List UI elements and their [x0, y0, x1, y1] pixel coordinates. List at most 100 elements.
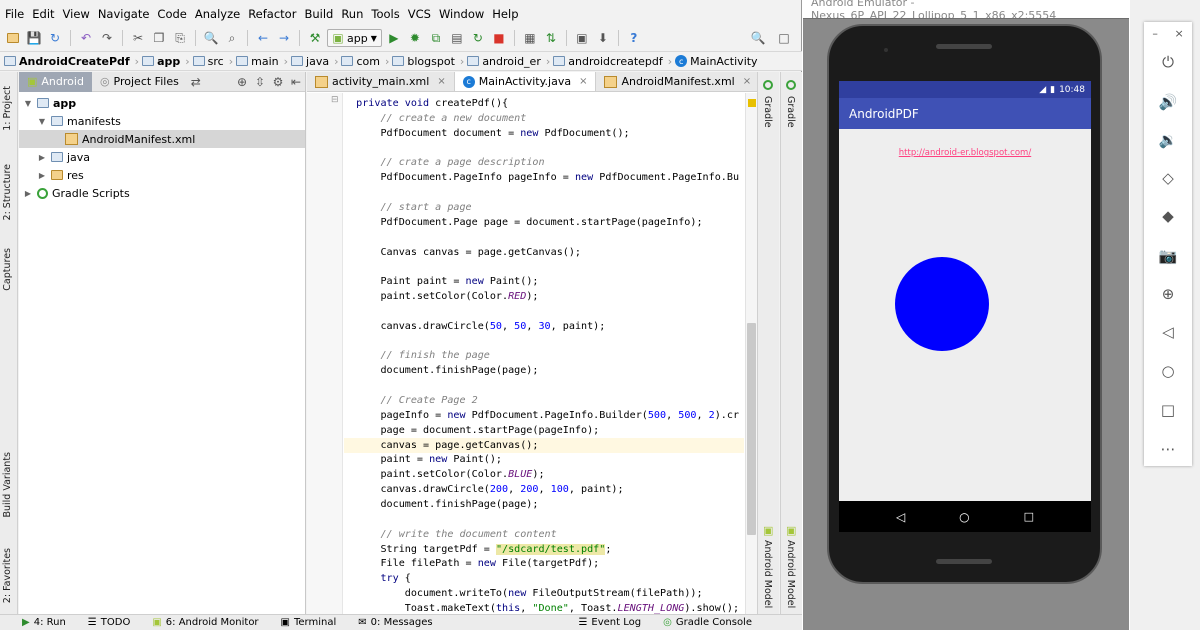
sdk-manager-icon[interactable]: ⬇ — [594, 29, 612, 47]
breadcrumb-com[interactable]: com › — [341, 55, 392, 68]
tool-tab-gradle[interactable]: Gradle — [762, 96, 773, 128]
run-configuration-select[interactable]: ▣ app ▼ — [327, 29, 382, 47]
phone-screen[interactable]: ◢ ▮ 10:48 AndroidPDF http://android-er.b… — [839, 81, 1091, 532]
tool-tab-favorites[interactable]: 2: Favorites — [2, 548, 13, 603]
tool-tab-gradle-console[interactable]: ◎ Gradle Console — [663, 617, 752, 628]
overview-icon[interactable]: □ — [1158, 400, 1178, 420]
breadcrumb-project[interactable]: AndroidCreatePdf › — [4, 55, 142, 68]
tree-node-app[interactable]: ▼ app — [19, 94, 305, 112]
tab-android-view[interactable]: ▣ Android — [19, 71, 92, 92]
recents-icon[interactable]: □ — [1024, 510, 1034, 523]
tab-project-files[interactable]: ◎ Project Files — [92, 72, 187, 92]
target-icon[interactable]: ⊕ — [233, 73, 251, 91]
tree-node-res[interactable]: ▶ res — [19, 166, 305, 184]
undo-icon[interactable]: ↶ — [77, 29, 95, 47]
volume-up-icon[interactable]: 🔊 — [1158, 92, 1178, 112]
warning-marker[interactable] — [748, 99, 756, 107]
code-line[interactable] — [344, 141, 744, 156]
code-line[interactable]: // write the document content — [344, 527, 744, 542]
tool-tab-terminal[interactable]: ▣ Terminal — [281, 617, 337, 628]
back-icon[interactable]: ◁ — [1158, 322, 1178, 342]
make-project-icon[interactable]: ⚒ — [306, 29, 324, 47]
menu-view[interactable]: View — [61, 7, 96, 21]
editor-scrollbar[interactable] — [745, 93, 757, 614]
open-folder-icon[interactable] — [4, 29, 22, 47]
run-icon[interactable]: ▶ — [385, 29, 403, 47]
code-line[interactable] — [344, 230, 744, 245]
code-line[interactable]: private void createPdf(){ — [344, 96, 744, 111]
code-line[interactable]: String targetPdf = "/sdcard/test.pdf"; — [344, 542, 744, 557]
fold-icon[interactable]: ⊟ — [331, 95, 339, 105]
tool-tab-project[interactable]: 1: Project — [2, 86, 13, 131]
home-icon[interactable]: ○ — [1158, 361, 1178, 381]
gear-icon[interactable]: ⚙ — [269, 73, 287, 91]
menu-refactor[interactable]: Refactor — [246, 7, 302, 21]
code-line[interactable]: document.writeTo(new FileOutputStream(fi… — [344, 586, 744, 601]
project-structure-icon[interactable]: ▣ — [573, 29, 591, 47]
tool-tab-android-model-secondary[interactable]: Android Model — [785, 540, 796, 608]
replace-icon[interactable]: ⌕ — [223, 29, 241, 47]
tool-tab-captures[interactable]: Captures — [2, 248, 13, 291]
search-everywhere-icon[interactable]: 🔍 — [749, 29, 767, 47]
chevron-down-icon[interactable]: ▼ — [23, 99, 33, 108]
menu-run[interactable]: Run — [339, 7, 369, 21]
code-line[interactable]: PdfDocument document = new PdfDocument()… — [344, 126, 744, 141]
code-line[interactable]: // start a page — [344, 200, 744, 215]
code-line[interactable]: pageInfo = new PdfDocument.PageInfo.Buil… — [344, 408, 744, 423]
close-icon[interactable]: × — [743, 76, 751, 87]
code-line[interactable]: PdfDocument.PageInfo pageInfo = new PdfD… — [344, 170, 744, 185]
chevron-right-icon[interactable]: ▶ — [37, 171, 47, 180]
code-line[interactable]: canvas.drawCircle(200, 200, 100, paint); — [344, 482, 744, 497]
debug-icon[interactable]: ✹ — [406, 29, 424, 47]
tree-node-androidmanifest[interactable]: AndroidManifest.xml — [19, 130, 305, 148]
chevron-right-icon[interactable]: ▶ — [23, 189, 33, 198]
back-icon[interactable]: ◁ — [896, 510, 905, 524]
breadcrumb-app[interactable]: app › — [142, 55, 193, 68]
minimize-icon[interactable]: – — [1152, 27, 1158, 40]
breadcrumb-androidcreatepdf[interactable]: androidcreatepdf › — [553, 55, 675, 68]
tool-tab-run[interactable]: ▶ 4: Run — [22, 617, 66, 628]
code-line[interactable]: File filePath = new File(targetPdf); — [344, 556, 744, 571]
home-icon[interactable]: ○ — [959, 510, 969, 524]
menu-analyze[interactable]: Analyze — [193, 7, 246, 21]
menu-navigate[interactable]: Navigate — [96, 7, 156, 21]
code-area[interactable]: private void createPdf(){ // create a ne… — [344, 93, 744, 614]
code-line[interactable]: paint.setColor(Color.RED); — [344, 289, 744, 304]
close-icon[interactable]: × — [437, 76, 445, 87]
save-all-icon[interactable]: 💾 — [25, 29, 43, 47]
code-line[interactable]: document.finishPage(page); — [344, 497, 744, 512]
breadcrumb-android-er[interactable]: android_er › — [467, 55, 553, 68]
profile-icon[interactable]: ▤ — [448, 29, 466, 47]
layout-icon[interactable]: □ — [775, 29, 793, 47]
volume-down-icon[interactable]: 🔉 — [1158, 130, 1178, 150]
code-line[interactable]: page = document.startPage(pageInfo); — [344, 423, 744, 438]
redo-icon[interactable]: ↷ — [98, 29, 116, 47]
menu-tools[interactable]: Tools — [369, 7, 405, 21]
tool-tab-build-variants[interactable]: Build Variants — [2, 452, 13, 518]
breadcrumb-main[interactable]: main › — [236, 55, 291, 68]
tree-node-gradle-scripts[interactable]: ▶ Gradle Scripts — [19, 184, 305, 202]
menu-vcs[interactable]: VCS — [406, 7, 437, 21]
tool-tab-gradle-secondary[interactable]: Gradle — [785, 96, 796, 128]
close-icon[interactable]: × — [579, 76, 587, 87]
code-line[interactable]: // create a new document — [344, 111, 744, 126]
chevron-down-icon[interactable]: ▼ — [37, 117, 47, 126]
rotate-right-icon[interactable]: ◆ — [1158, 206, 1178, 226]
help-icon[interactable]: ? — [625, 29, 643, 47]
blog-link[interactable]: http://android-er.blogspot.com/ — [839, 148, 1091, 158]
code-line[interactable]: paint = new Paint(); — [344, 452, 744, 467]
tab-activity-main-xml[interactable]: activity_main.xml × — [307, 72, 455, 91]
breadcrumb-src[interactable]: src › — [192, 55, 236, 68]
menu-code[interactable]: Code — [155, 7, 192, 21]
menu-edit[interactable]: Edit — [30, 7, 60, 21]
tree-node-manifests[interactable]: ▼ manifests — [19, 112, 305, 130]
tool-tab-android-model[interactable]: Android Model — [762, 540, 773, 608]
scroll-thumb[interactable] — [747, 323, 756, 535]
forward-arrow-icon[interactable]: → — [275, 29, 293, 47]
code-line[interactable]: // finish the page — [344, 348, 744, 363]
zoom-icon[interactable]: ⊕ — [1158, 284, 1178, 304]
code-line[interactable]: paint.setColor(Color.BLUE); — [344, 467, 744, 482]
tree-node-java[interactable]: ▶ java — [19, 148, 305, 166]
code-line[interactable] — [344, 259, 744, 274]
breadcrumb-mainactivity[interactable]: c MainActivity — [675, 55, 760, 68]
